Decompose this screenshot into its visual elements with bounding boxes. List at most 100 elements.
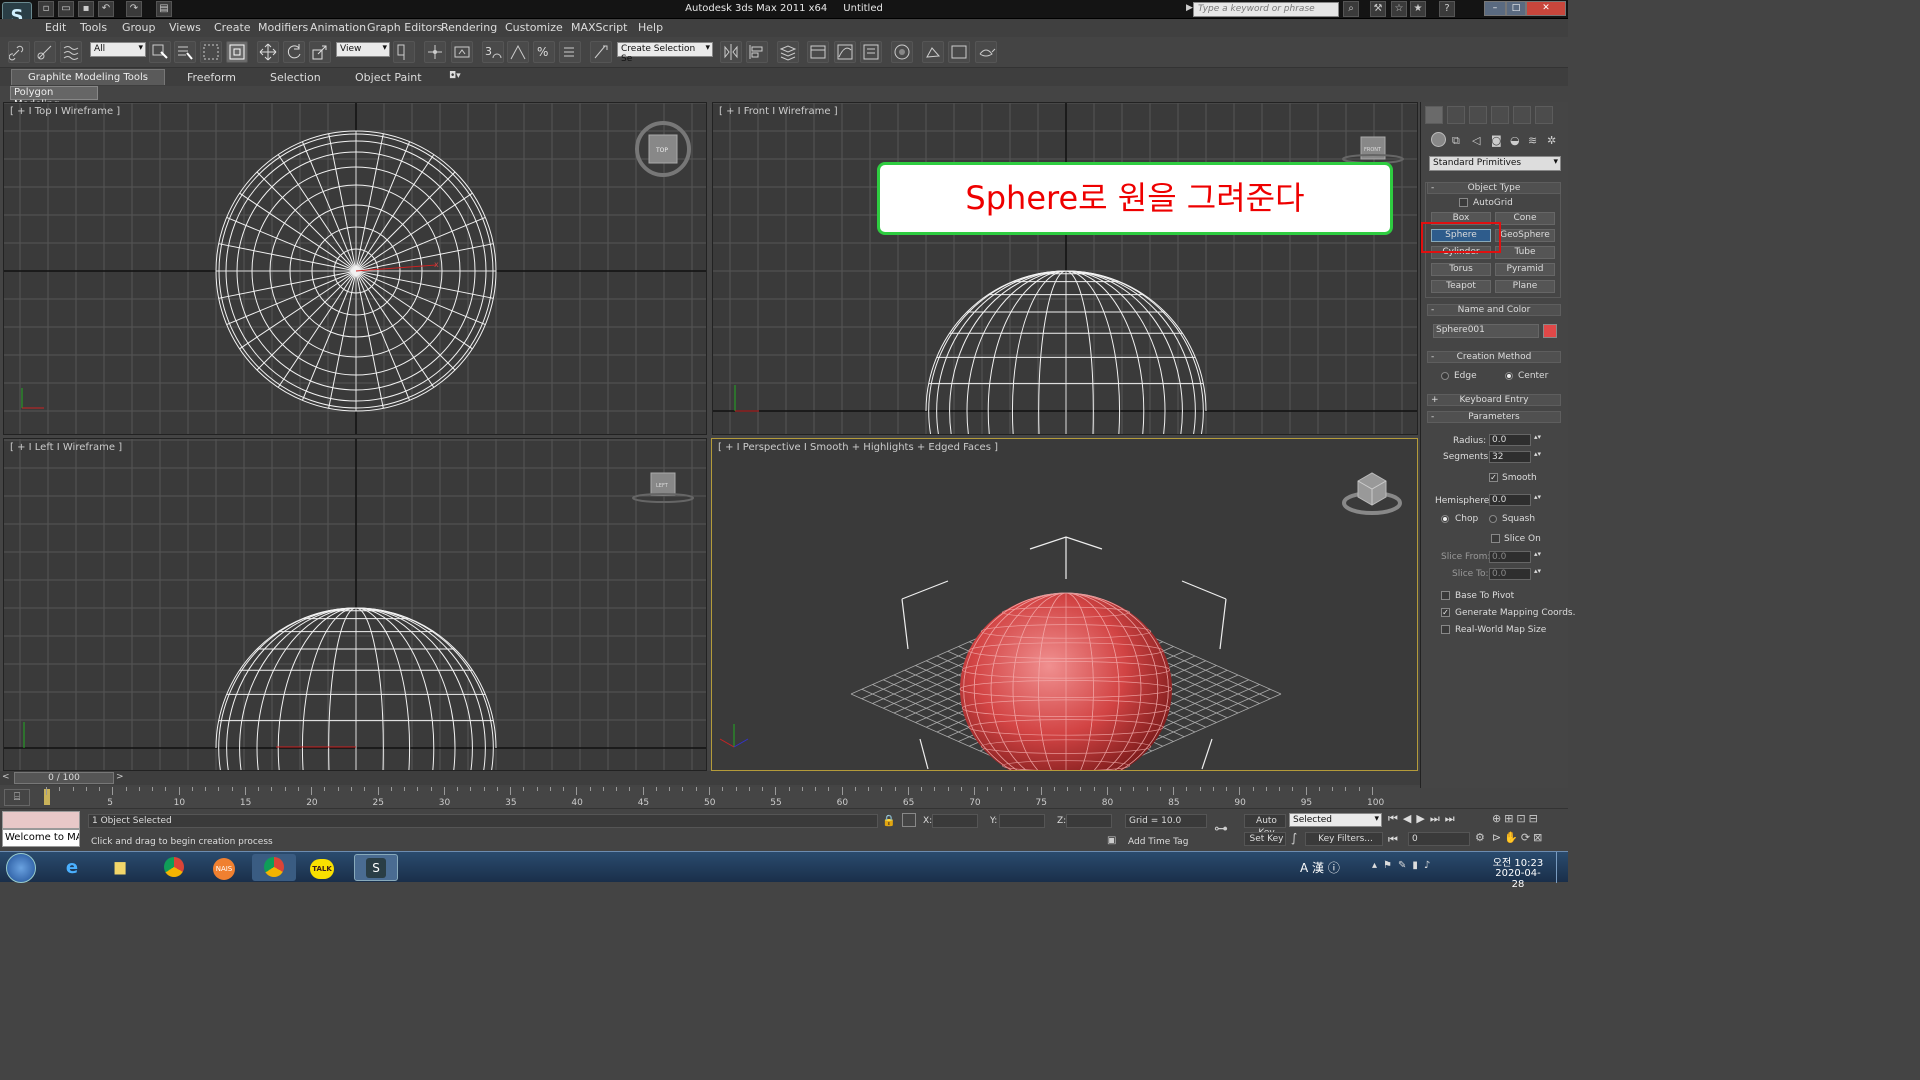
binoculars-icon[interactable]: ⌕ xyxy=(1343,1,1359,17)
viewport-front[interactable]: FRONT [ + I Front I Wireframe ] xyxy=(712,102,1418,435)
angle-snap-icon[interactable] xyxy=(507,41,529,63)
graphite-toggle-icon[interactable] xyxy=(807,41,829,63)
systems-category-icon[interactable]: ✲ xyxy=(1547,134,1556,147)
creation-method-header[interactable]: - Creation Method xyxy=(1427,351,1561,363)
previous-frame-button[interactable]: < xyxy=(2,772,12,784)
base-to-pivot-checkbox[interactable] xyxy=(1441,591,1450,600)
object-color-swatch[interactable] xyxy=(1543,324,1557,338)
teapot-button[interactable]: Teapot xyxy=(1431,280,1491,293)
lights-category-icon[interactable]: ◁ xyxy=(1472,134,1480,147)
viewport-label-perspective[interactable]: [ + I Perspective I Smooth + Highlights … xyxy=(718,442,998,453)
rectangular-selection-icon[interactable] xyxy=(200,41,222,63)
menu-group[interactable]: Group xyxy=(122,21,156,34)
system-tray-icons[interactable]: ▴⚑✎▮♪ xyxy=(1372,860,1436,871)
selection-filter-dropdown[interactable]: All ▾ xyxy=(90,42,146,57)
slice-to-spinner[interactable]: 0.0 xyxy=(1489,568,1531,580)
menu-maxscript[interactable]: MAXScript xyxy=(571,21,627,34)
search-input[interactable]: Type a keyword or phrase xyxy=(1193,2,1339,17)
3dsmax-taskbar-icon[interactable]: S xyxy=(354,854,398,881)
radius-spinner-arrows[interactable]: ▴▾ xyxy=(1534,433,1541,441)
squash-radio[interactable] xyxy=(1489,515,1497,523)
viewport-label-top[interactable]: [ + I Top I Wireframe ] xyxy=(10,106,120,117)
smooth-checkbox[interactable]: ✓ xyxy=(1489,473,1498,482)
maxscript-mini-listener[interactable]: Welcome to MA xyxy=(2,829,80,847)
set-key-icon[interactable]: ⊶ xyxy=(1214,821,1228,837)
object-name-input[interactable]: Sphere001 xyxy=(1433,324,1539,338)
auto-key-button[interactable]: Auto Key xyxy=(1244,814,1286,838)
default-in-out-tangent-icon[interactable]: ∫ xyxy=(1291,831,1297,845)
file-explorer-icon[interactable]: ▆ xyxy=(98,854,142,881)
star-icon[interactable]: ☆ xyxy=(1391,1,1407,17)
center-radio[interactable] xyxy=(1505,372,1513,380)
menu-help[interactable]: Help xyxy=(638,21,663,34)
cameras-category-icon[interactable]: ◙ xyxy=(1491,134,1502,147)
primitive-category-dropdown[interactable]: Standard Primitives ▾ xyxy=(1429,156,1561,171)
slice-from-spinner[interactable]: 0.0 xyxy=(1489,551,1531,563)
select-manipulate-icon[interactable] xyxy=(424,41,446,63)
display-tab-icon[interactable] xyxy=(1513,106,1531,124)
create-tab-icon[interactable] xyxy=(1425,106,1443,124)
z-coordinate-field[interactable] xyxy=(1066,814,1112,828)
scale-icon[interactable] xyxy=(309,41,331,63)
object-type-header[interactable]: - Object Type xyxy=(1427,182,1561,194)
clock-time[interactable]: 오전 10:23 xyxy=(1490,854,1546,869)
y-coordinate-field[interactable] xyxy=(999,814,1045,828)
menu-edit[interactable]: Edit xyxy=(45,21,66,34)
menu-rendering[interactable]: Rendering xyxy=(441,21,497,34)
menu-views[interactable]: Views xyxy=(169,21,201,34)
hemisphere-spinner[interactable]: 0.0 xyxy=(1489,494,1531,506)
plane-button[interactable]: Plane xyxy=(1495,280,1555,293)
undo-icon[interactable]: ↶ xyxy=(98,1,114,17)
viewport-top[interactable]: x TOP [ + I Top I Wireframe ] xyxy=(3,102,707,435)
viewport-nav-icons[interactable]: ⊳✋⟳⊠ xyxy=(1492,831,1545,844)
edit-named-selection-icon[interactable] xyxy=(590,41,612,63)
pyramid-button[interactable]: Pyramid xyxy=(1495,263,1555,276)
hierarchy-tab-icon[interactable] xyxy=(1469,106,1487,124)
percent-snap-icon[interactable]: % xyxy=(533,41,555,63)
tab-object-paint[interactable]: Object Paint xyxy=(355,71,422,84)
maximize-button[interactable]: □ xyxy=(1506,1,1526,16)
playback-controls[interactable]: ⏮◀︎▶︎⏭⏭ xyxy=(1388,812,1460,826)
unlink-icon[interactable] xyxy=(34,41,56,63)
generate-mapping-checkbox[interactable]: ✓ xyxy=(1441,608,1450,617)
tab-selection[interactable]: Selection xyxy=(270,71,321,84)
utilities-tab-icon[interactable] xyxy=(1535,106,1553,124)
select-object-icon[interactable] xyxy=(149,41,171,63)
close-button[interactable]: ✕ xyxy=(1526,1,1566,16)
search-expand-icon[interactable]: ▶ xyxy=(1186,3,1193,13)
save-icon[interactable]: ▪ xyxy=(78,1,94,17)
select-and-link-icon[interactable] xyxy=(8,41,30,63)
open-file-icon[interactable]: ▭ xyxy=(58,1,74,17)
window-crossing-icon[interactable] xyxy=(226,41,248,63)
zoom-controls-icons[interactable]: ⊕⊞⊡⊟ xyxy=(1492,812,1541,825)
segments-spinner-arrows[interactable]: ▴▾ xyxy=(1534,450,1541,458)
perspective-viewcube-icon[interactable] xyxy=(1342,472,1402,515)
menu-tools[interactable]: Tools xyxy=(80,21,107,34)
pivot-center-icon[interactable] xyxy=(393,41,415,63)
chrome-icon[interactable] xyxy=(152,854,196,881)
real-world-checkbox[interactable] xyxy=(1441,625,1450,634)
layer-manager-icon[interactable] xyxy=(777,41,799,63)
key-mode-dropdown[interactable]: Selected ▾ xyxy=(1289,813,1382,827)
motion-tab-icon[interactable] xyxy=(1491,106,1509,124)
helpers-category-icon[interactable]: ◒ xyxy=(1510,134,1520,147)
menu-customize[interactable]: Customize xyxy=(505,21,563,34)
shapes-category-icon[interactable]: ⧉ xyxy=(1452,134,1460,148)
material-editor-icon[interactable] xyxy=(891,41,913,63)
time-tag-icon[interactable]: ▣ xyxy=(1107,835,1116,846)
name-color-header[interactable]: - Name and Color xyxy=(1427,304,1561,316)
edge-radio[interactable] xyxy=(1441,372,1449,380)
time-slider-thumb[interactable]: 0 / 100 xyxy=(14,772,114,784)
geometry-category-icon[interactable] xyxy=(1431,132,1446,147)
modify-tab-icon[interactable] xyxy=(1447,106,1465,124)
move-icon[interactable] xyxy=(257,41,279,63)
named-selection-dropdown[interactable]: Create Selection Se ▾ xyxy=(617,42,713,64)
maxscript-listener-pink[interactable] xyxy=(2,811,80,829)
x-coordinate-field[interactable] xyxy=(932,814,978,828)
ime-language-icon[interactable]: A 漢 ⓘ xyxy=(1300,859,1340,876)
viewport-label-front[interactable]: [ + I Front I Wireframe ] xyxy=(719,106,838,117)
track-bar[interactable]: ⌸ 5 10 15 20 25 30 35 40 45 50 55 60 65 70 75 80 85 90 95 1… xyxy=(0,787,1420,808)
spinner-snap-icon[interactable] xyxy=(559,41,581,63)
autogrid-checkbox[interactable] xyxy=(1459,198,1468,207)
key-mode-toggle-icon[interactable]: ⏮ xyxy=(1388,833,1398,847)
